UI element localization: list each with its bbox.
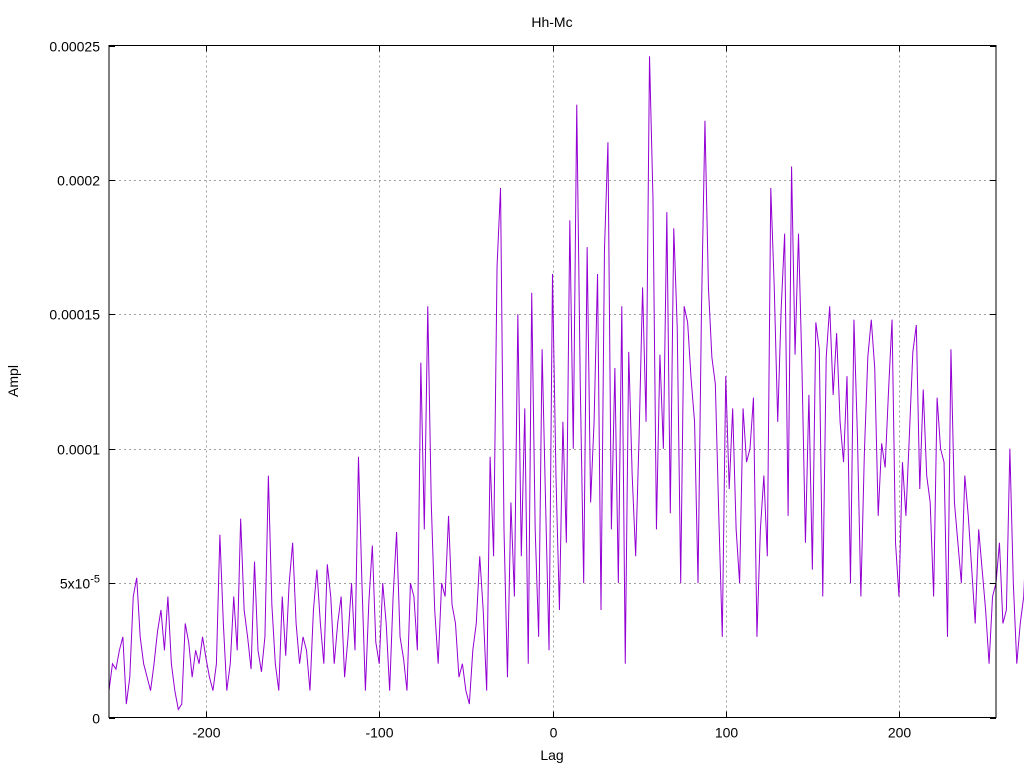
x-axis-label: Lag bbox=[540, 747, 563, 763]
x-tick-label: 0 bbox=[550, 725, 558, 741]
y-tick-label: 0.00015 bbox=[49, 307, 100, 323]
y-tick-label: 0.00025 bbox=[49, 39, 100, 55]
y-tick-label: 0.0001 bbox=[57, 442, 100, 458]
y-tick-label-base: 5x10 bbox=[60, 576, 91, 592]
y-tick-label: 0 bbox=[92, 711, 100, 727]
y-tick-label-exponent: -5 bbox=[90, 574, 100, 586]
chart-title: Hh-Mc bbox=[531, 14, 572, 30]
x-tick-label: 200 bbox=[888, 725, 912, 741]
x-tick-label: 100 bbox=[715, 725, 739, 741]
x-tick-label: -100 bbox=[365, 725, 393, 741]
y-axis-label: Ampl bbox=[5, 365, 21, 397]
chart-background bbox=[0, 0, 1024, 768]
y-tick-label: 0.0002 bbox=[57, 173, 100, 189]
line-chart: -200 -100 0 100 200 0 5x10-5 0.0001 0.00015 0.00… bbox=[0, 0, 1024, 768]
x-tick-label: -200 bbox=[192, 725, 220, 741]
